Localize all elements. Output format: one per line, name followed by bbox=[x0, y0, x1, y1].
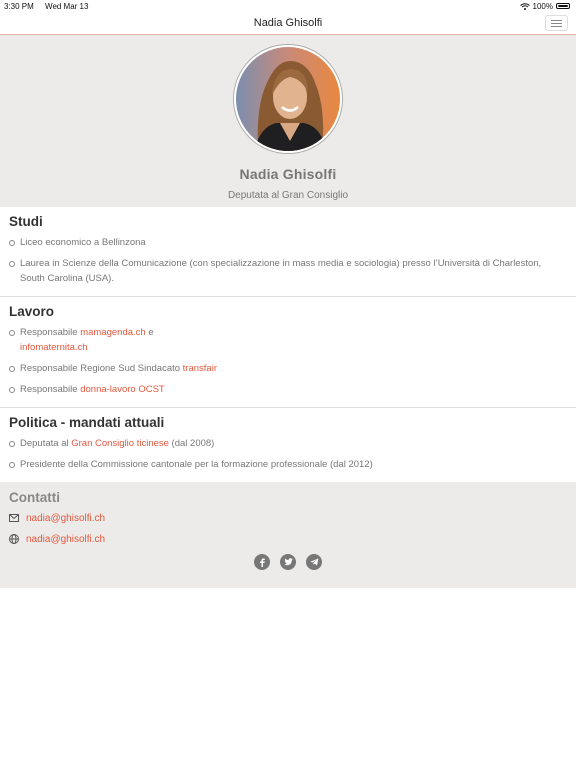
nav-title: Nadia Ghisolfi bbox=[253, 17, 323, 29]
list-item: Presidente della Commissione cantonale p… bbox=[9, 457, 567, 472]
avatar-photo bbox=[236, 47, 340, 151]
list-item: Liceo economico a Bellinzona bbox=[9, 235, 567, 250]
menu-icon-line bbox=[551, 25, 562, 27]
lavoro-list: Responsabile mamagenda.ch e infomaternit… bbox=[9, 325, 567, 397]
web-link[interactable]: nadia@ghisolfi.ch bbox=[26, 534, 105, 545]
menu-button[interactable] bbox=[545, 15, 568, 31]
link-gran-consiglio[interactable]: Gran Consiglio ticinese bbox=[71, 438, 169, 449]
list-item: Responsabile Regione Sud Sindacato trans… bbox=[9, 361, 567, 376]
item-text: (dal 2008) bbox=[168, 438, 215, 449]
menu-icon-line bbox=[551, 22, 562, 24]
telegram-icon[interactable] bbox=[306, 554, 322, 570]
list-item: Deputata al Gran Consiglio ticinese (dal… bbox=[9, 436, 567, 451]
battery-percent: 100% bbox=[532, 1, 553, 11]
section-contatti: Contatti nadia@ghisolfi.ch nadia@ghisolf… bbox=[0, 482, 576, 588]
social-links bbox=[9, 554, 567, 570]
item-text: e bbox=[145, 327, 154, 338]
wifi-icon bbox=[519, 2, 530, 10]
section-studi: Studi Liceo economico a Bellinzona Laure… bbox=[0, 207, 576, 297]
item-text: Deputata al bbox=[20, 438, 72, 449]
email-link[interactable]: nadia@ghisolfi.ch bbox=[26, 513, 105, 524]
list-item: Laurea in Scienze della Comunicazione (c… bbox=[9, 256, 567, 286]
link-mamagenda[interactable]: mamagenda.ch bbox=[80, 327, 145, 338]
contact-web-row: nadia@ghisolfi.ch bbox=[9, 532, 567, 546]
facebook-icon[interactable] bbox=[254, 554, 270, 570]
item-text: Responsabile bbox=[20, 384, 81, 395]
item-text: Responsabile bbox=[20, 327, 81, 338]
studi-list: Liceo economico a Bellinzona Laurea in S… bbox=[9, 235, 567, 286]
link-transfair[interactable]: transfair bbox=[183, 363, 217, 374]
avatar bbox=[234, 45, 342, 153]
list-item: Responsabile donna-lavoro OCST bbox=[9, 382, 567, 397]
envelope-icon bbox=[9, 514, 26, 522]
twitter-icon[interactable] bbox=[280, 554, 296, 570]
nav-bar: Nadia Ghisolfi bbox=[0, 12, 576, 35]
status-time: 3:30 PM bbox=[4, 1, 34, 11]
section-title-studi: Studi bbox=[9, 214, 43, 229]
battery-icon bbox=[556, 3, 570, 9]
link-infomaternita[interactable]: infomaternita.ch bbox=[20, 342, 88, 353]
section-politica: Politica - mandati attuali Deputata al G… bbox=[0, 408, 576, 482]
status-left: 3:30 PM Wed Mar 13 bbox=[4, 2, 97, 11]
profile-name: Nadia Ghisolfi bbox=[239, 166, 337, 182]
globe-icon bbox=[9, 534, 26, 544]
profile-header: Nadia Ghisolfi Deputata al Gran Consigli… bbox=[0, 35, 576, 207]
section-title-lavoro: Lavoro bbox=[9, 304, 55, 319]
section-lavoro: Lavoro Responsabile mamagenda.ch e infom… bbox=[0, 297, 576, 408]
status-date: Wed Mar 13 bbox=[45, 1, 89, 11]
link-donna-lavoro[interactable]: donna-lavoro OCST bbox=[80, 384, 164, 395]
section-title-contatti: Contatti bbox=[9, 490, 60, 505]
list-item: Responsabile mamagenda.ch e infomaternit… bbox=[9, 325, 567, 355]
contact-email-row: nadia@ghisolfi.ch bbox=[9, 511, 567, 525]
status-bar: 3:30 PM Wed Mar 13 100% bbox=[0, 0, 576, 12]
profile-role: Deputata al Gran Consiglio bbox=[227, 190, 349, 201]
item-text: Responsabile Regione Sud Sindacato bbox=[20, 363, 183, 374]
section-title-politica: Politica - mandati attuali bbox=[9, 415, 165, 430]
politica-list: Deputata al Gran Consiglio ticinese (dal… bbox=[9, 436, 567, 472]
menu-icon bbox=[551, 19, 562, 21]
status-right: 100% bbox=[519, 1, 570, 11]
